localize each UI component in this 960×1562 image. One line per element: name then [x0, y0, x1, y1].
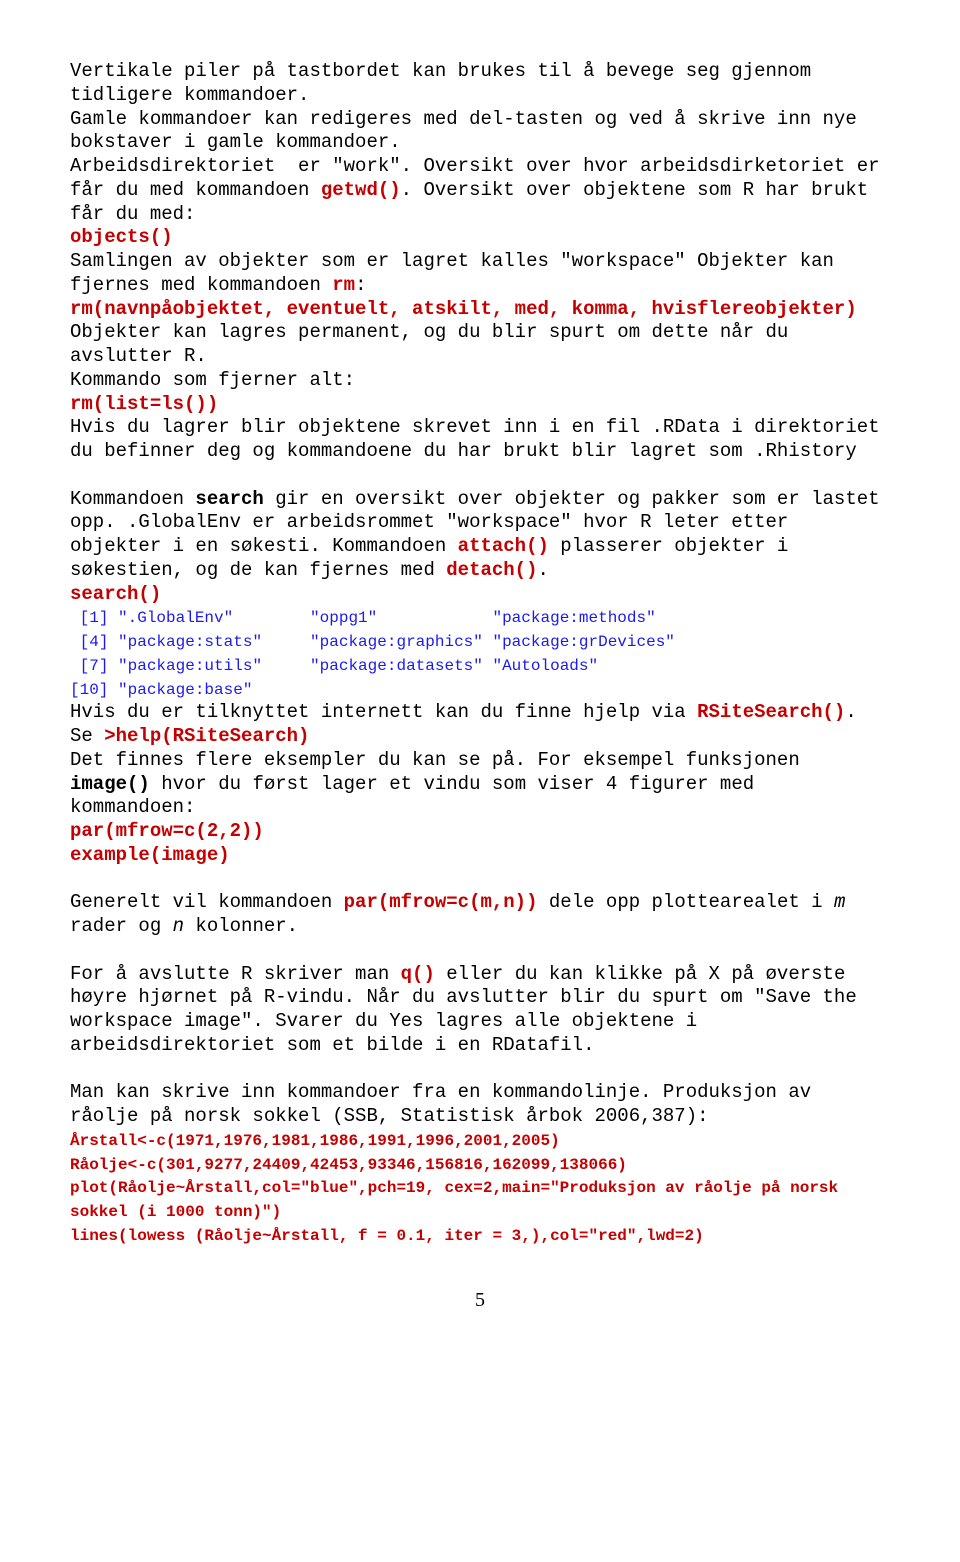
paragraph-4: For å avslutte R skriver man q() eller d…	[70, 963, 890, 1058]
text: dele opp plottearealet i	[538, 891, 834, 913]
code-rm-args: rm(navnpåobjektet, eventuelt, atskilt, m…	[70, 298, 857, 320]
cmd-image: image()	[70, 773, 150, 795]
var-m: m	[834, 891, 845, 913]
text: Samlingen av objekter som er lagret kall…	[70, 250, 845, 296]
text: For å avslutte R skriver man	[70, 963, 401, 985]
code-getwd: getwd()	[321, 179, 401, 201]
console-output-line: [7] "package:utils" "package:datasets" "…	[70, 657, 598, 675]
page-number: 5	[70, 1288, 890, 1313]
code-search-call: search()	[70, 583, 161, 605]
code-par-mfrow: par(mfrow=c(2,2))	[70, 820, 264, 842]
paragraph-5: Man kan skrive inn kommandoer fra en kom…	[70, 1081, 890, 1247]
text: kolonner.	[184, 915, 298, 937]
code-detach: detach()	[446, 559, 537, 581]
console-output-line: [10] "package:base"	[70, 681, 252, 699]
text: Generelt vil kommandoen	[70, 891, 344, 913]
text: hvor du først lager et vindu som viser 4…	[70, 773, 766, 819]
code-lines: lines(lowess (Råolje~Årstall, f = 0.1, i…	[70, 1227, 704, 1245]
paragraph-2: Kommandoen search gir en oversikt over o…	[70, 488, 890, 868]
text: .	[537, 559, 548, 581]
text: Det finnes flere eksempler du kan se på.…	[70, 749, 811, 771]
text: :	[355, 274, 366, 296]
code-raolje: Råolje<-c(301,9277,24409,42453,93346,156…	[70, 1156, 627, 1174]
code-par-mfrow-mn: par(mfrow=c(m,n))	[344, 891, 538, 913]
cmd-search: search	[195, 488, 263, 510]
text: Kommandoen	[70, 488, 195, 510]
text: Gamle kommandoer kan redigeres med del-t…	[70, 108, 868, 154]
code-example-image: example(image)	[70, 844, 230, 866]
code-rm-list: rm(list=ls())	[70, 393, 218, 415]
code-rsitesearch: RSiteSearch()	[697, 701, 845, 723]
code-help-rsitesearch: >help(RSiteSearch)	[104, 725, 309, 747]
code-arstall: Årstall<-c(1971,1976,1981,1986,1991,1996…	[70, 1132, 560, 1150]
paragraph-1: Vertikale piler på tastbordet kan brukes…	[70, 60, 890, 464]
paragraph-3: Generelt vil kommandoen par(mfrow=c(m,n)…	[70, 891, 890, 939]
console-output-line: [1] ".GlobalEnv" "oppg1" "package:method…	[70, 609, 656, 627]
text: Objekter kan lagres permanent, og du bli…	[70, 321, 800, 367]
code-plot: plot(Råolje~Årstall,col="blue",pch=19, c…	[70, 1179, 848, 1221]
text: Man kan skrive inn kommandoer fra en kom…	[70, 1081, 823, 1127]
text: Vertikale piler på tastbordet kan brukes…	[70, 60, 823, 106]
code-q: q()	[401, 963, 435, 985]
text: Hvis du lagrer blir objektene skrevet in…	[70, 416, 891, 462]
code-rm: rm	[332, 274, 355, 296]
text: Kommando som fjerner alt:	[70, 369, 355, 391]
console-output-line: [4] "package:stats" "package:graphics" "…	[70, 633, 675, 651]
text: Hvis du er tilknyttet internett kan du f…	[70, 701, 697, 723]
code-attach: attach()	[458, 535, 549, 557]
code-objects: objects()	[70, 226, 173, 248]
var-n: n	[173, 915, 184, 937]
